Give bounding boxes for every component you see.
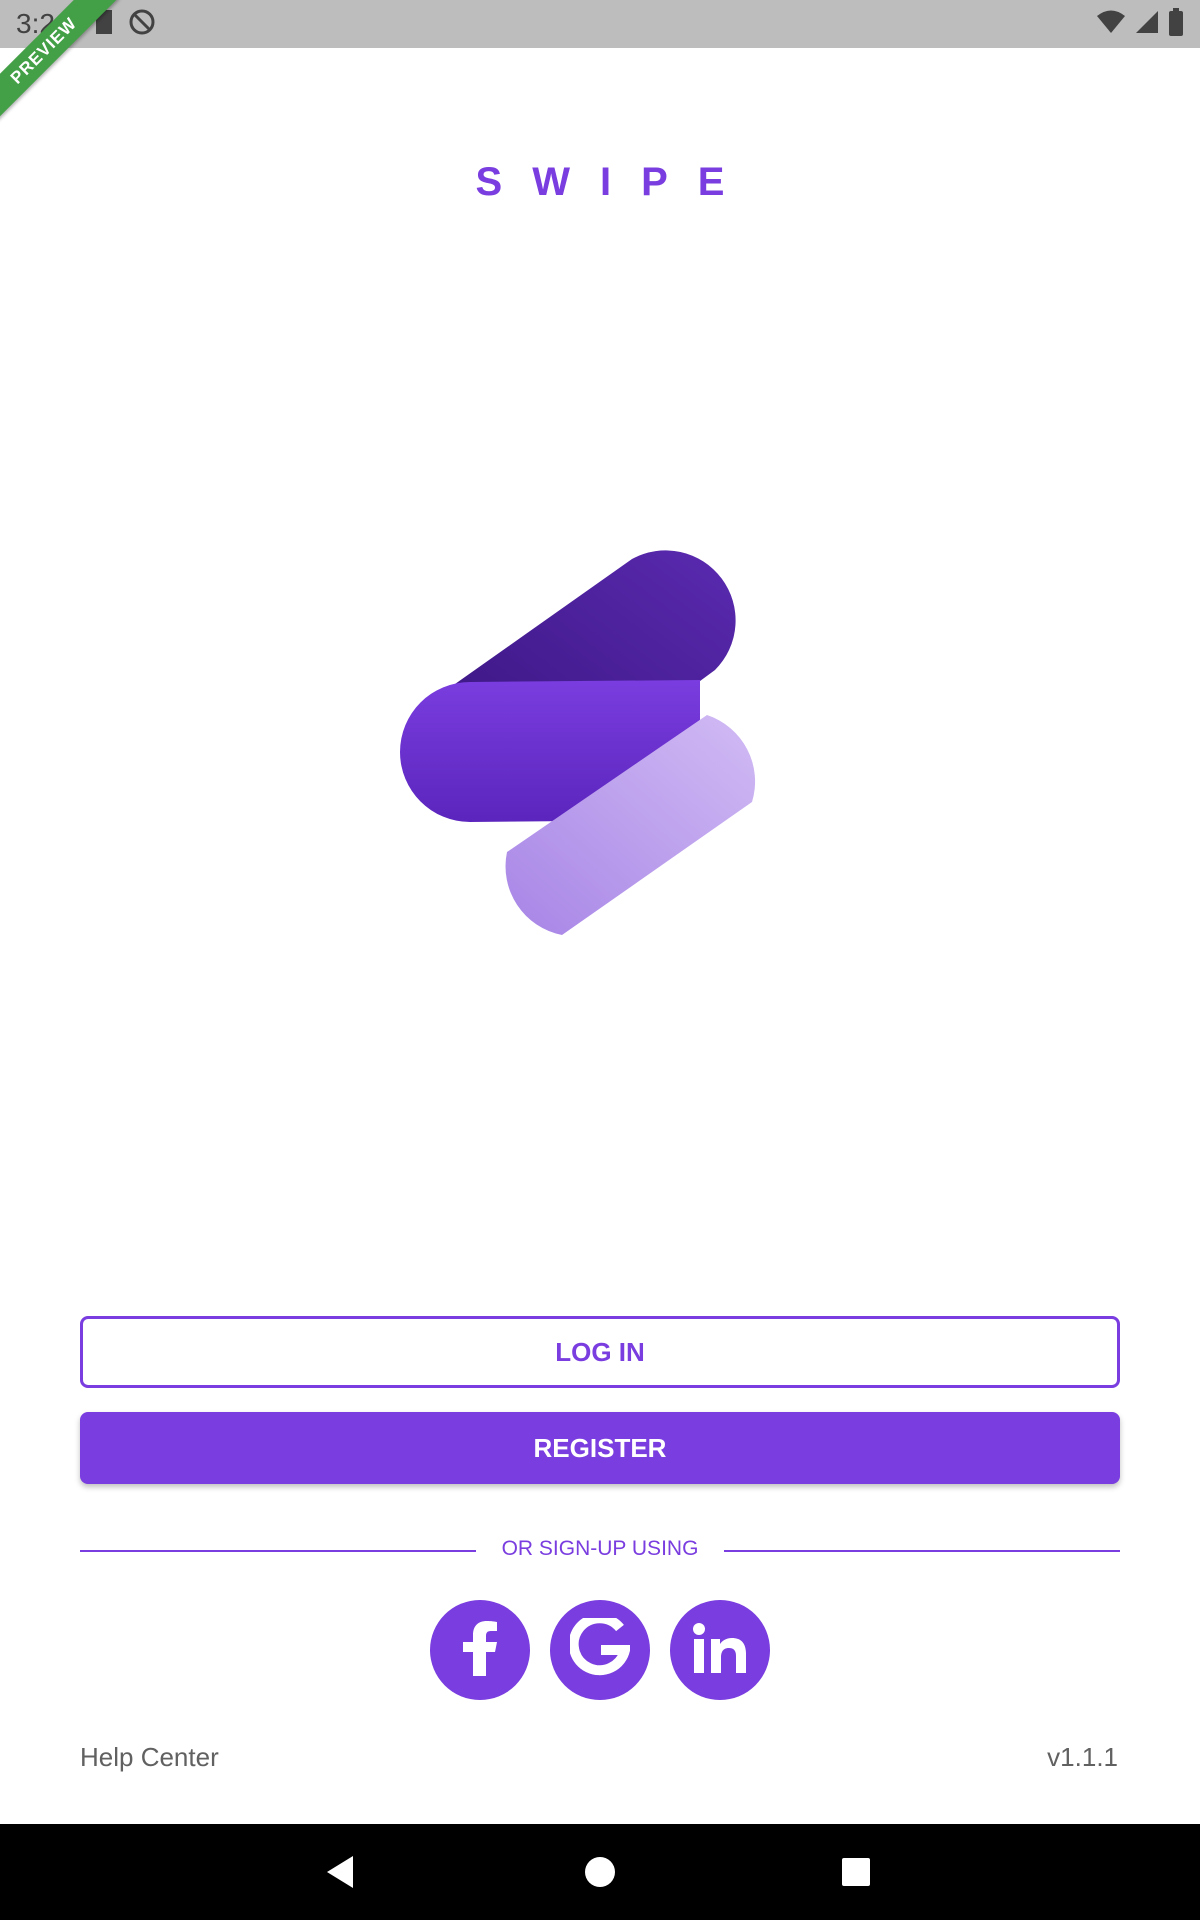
navigation-bar [0, 1824, 1200, 1920]
no-sync-icon [128, 8, 156, 41]
register-button[interactable]: REGISTER [80, 1412, 1120, 1484]
linkedin-icon [692, 1622, 748, 1679]
divider-label: OR SIGN-UP USING [501, 1537, 699, 1560]
help-center-link[interactable]: Help Center [80, 1742, 219, 1773]
facebook-button[interactable] [430, 1600, 530, 1700]
wifi-icon [1096, 9, 1126, 40]
app-title: SWIPE [475, 160, 755, 204]
facebook-icon [458, 1620, 502, 1681]
signup-divider: OR SIGN-UP USING [80, 1536, 1120, 1566]
status-bar: 3:24 [0, 0, 1200, 48]
divider-line-right [724, 1550, 1120, 1552]
battery-icon [1168, 8, 1184, 41]
login-button[interactable]: LOG IN [80, 1316, 1120, 1388]
recents-icon[interactable] [836, 1852, 876, 1892]
swipe-logo-icon [400, 530, 800, 970]
version-label: v1.1.1 [1047, 1742, 1118, 1772]
cell-signal-icon [1134, 9, 1160, 40]
back-icon[interactable] [320, 1852, 360, 1892]
social-login-row [0, 1600, 1200, 1700]
google-icon [568, 1612, 632, 1683]
home-icon[interactable] [580, 1852, 620, 1892]
google-button[interactable] [550, 1600, 650, 1700]
linkedin-button[interactable] [670, 1600, 770, 1700]
